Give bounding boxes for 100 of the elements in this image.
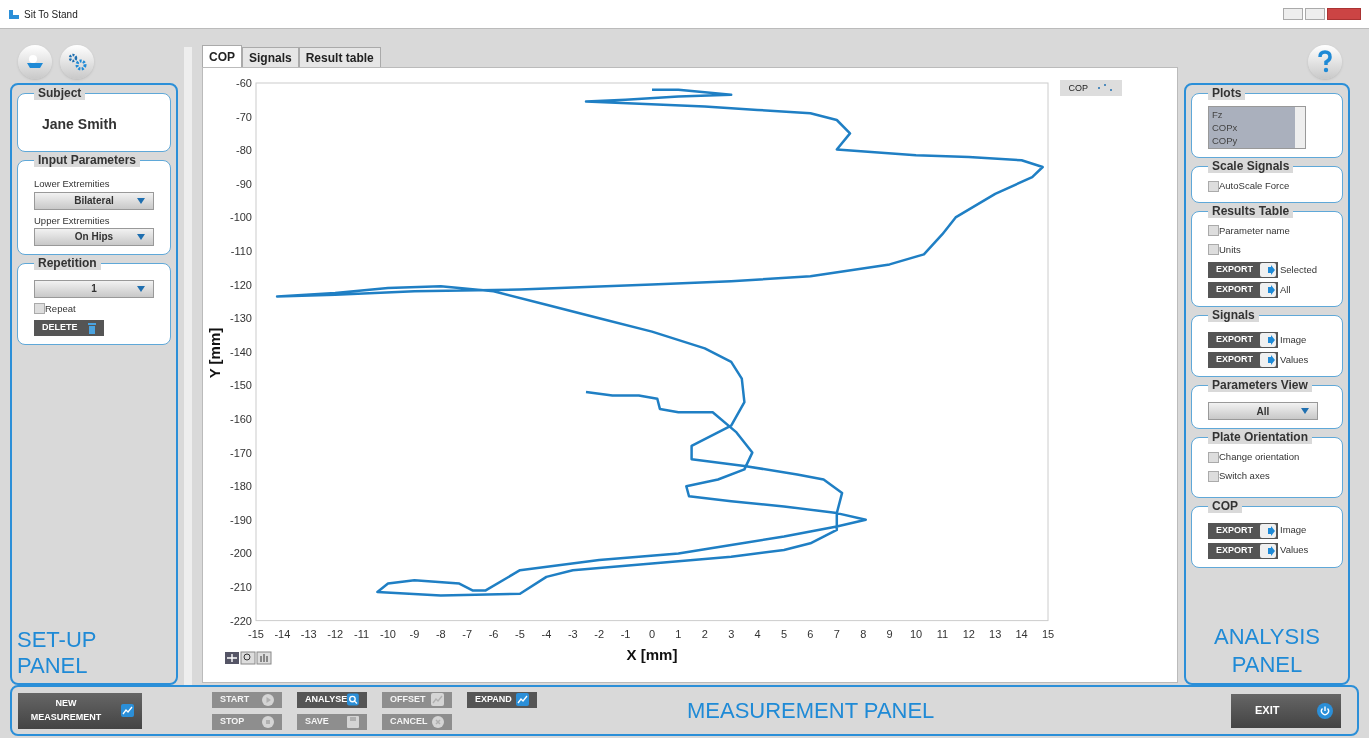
settings-icon[interactable] [60, 45, 94, 80]
dropdown[interactable]: 1 [34, 279, 154, 298]
group-title: Repetition [34, 255, 101, 270]
new-measurement-button[interactable]: NEW MEASUREMENT [18, 692, 142, 729]
x-tick-label: 7 [833, 628, 840, 641]
app-icon [8, 8, 20, 21]
export-label: Values [1280, 543, 1309, 558]
checkbox[interactable] [1208, 180, 1219, 192]
x-tick-label: -4 [541, 628, 552, 641]
export-label: Selected [1280, 262, 1317, 277]
chart-icon [516, 693, 529, 707]
checkbox[interactable] [34, 303, 45, 315]
maximize-button[interactable] [1305, 8, 1325, 21]
caret-icon [1301, 408, 1309, 414]
x-tick-label: -15 [248, 628, 264, 641]
checkbox[interactable] [1208, 225, 1219, 237]
close-button[interactable] [1327, 8, 1361, 21]
y-tick-label: -170 [229, 446, 252, 459]
export-icon [1260, 543, 1276, 558]
x-tick-label: -14 [274, 628, 291, 641]
panel-label: ANALYSIS PANEL [1213, 623, 1321, 680]
panel-label: SET-UP PANEL [17, 627, 98, 680]
y-tick-label: -140 [229, 346, 252, 359]
group-title: Input Parameters [34, 153, 141, 168]
export-button[interactable]: EXPORT [1208, 352, 1278, 368]
x-tick-label: 9 [886, 628, 893, 641]
export-label: All [1280, 282, 1291, 297]
y-tick-label: -70 [236, 110, 252, 123]
action-button[interactable]: EXPAND [467, 691, 537, 708]
x-tick-label: -10 [380, 628, 396, 641]
plot-tools-icon[interactable] [225, 651, 272, 665]
window-title: Sit To Stand [24, 7, 78, 22]
y-tick-label: -120 [229, 278, 252, 291]
minimize-button[interactable] [1283, 8, 1303, 21]
export-button[interactable]: EXPORT [1208, 522, 1278, 539]
group-title: Parameters View [1208, 378, 1312, 392]
y-tick-label: -100 [229, 211, 252, 224]
x-tick-label: 1 [675, 628, 682, 641]
x-tick-label: 15 [1041, 628, 1055, 641]
field-label: Upper Extremities [34, 213, 111, 228]
x-tick-label: -7 [462, 628, 473, 641]
export-icon [1260, 523, 1276, 538]
stop-icon [262, 715, 274, 728]
chart-icon [121, 704, 134, 718]
field-label: Lower Extremities [34, 177, 111, 192]
y-tick-label: -160 [229, 413, 252, 426]
tab[interactable]: Signals [242, 47, 299, 68]
export-button[interactable]: EXPORT [1208, 262, 1278, 278]
x-tick-label: 5 [780, 628, 788, 641]
dropdown[interactable]: Bilateral [34, 191, 154, 210]
y-axis-title: Y [mm] [206, 327, 223, 379]
x-tick-label: -11 [354, 628, 370, 641]
x-tick-label: -1 [620, 628, 631, 641]
checkbox-label: Units [1219, 242, 1241, 257]
y-tick-label: -90 [236, 178, 252, 191]
checkbox[interactable] [1208, 470, 1219, 482]
export-icon [1260, 263, 1276, 277]
group-title: Plots [1208, 86, 1246, 101]
export-button[interactable]: EXPORT [1208, 542, 1278, 559]
tab[interactable]: Result table [298, 47, 381, 68]
help-icon[interactable] [1308, 45, 1342, 80]
x-tick-label: 14 [1015, 628, 1028, 641]
magnifier-icon [347, 693, 359, 707]
x-tick-label: -3 [567, 628, 578, 641]
x-tick-label: 2 [701, 628, 708, 641]
subject-name: Jane Smith [41, 115, 118, 135]
x-tick-label: 6 [807, 628, 814, 641]
x-tick-label: 11 [936, 628, 949, 641]
scatter-icon [1096, 83, 1114, 94]
power-icon [1317, 702, 1333, 719]
group-title: Subject [34, 86, 86, 101]
scrollbar[interactable] [1295, 107, 1305, 149]
export-button[interactable]: EXPORT [1208, 332, 1278, 348]
x-tick-label: 10 [909, 628, 923, 641]
y-tick-label: -220 [229, 614, 252, 627]
exit-button[interactable]: EXIT [1231, 693, 1341, 728]
checkbox-label: Parameter name [1219, 223, 1290, 238]
dropdown[interactable]: All [1208, 402, 1318, 420]
group-title: Results Table [1208, 203, 1294, 218]
save-icon [347, 715, 359, 728]
x-tick-label: -8 [435, 628, 446, 641]
scrollbar[interactable] [184, 47, 192, 686]
action-button[interactable]: ANALYSE [297, 691, 367, 708]
x-axis-title: X [mm] [626, 646, 678, 664]
tab[interactable]: COP [202, 45, 242, 68]
group-title: Signals [1208, 308, 1259, 322]
y-tick-label: -210 [229, 581, 252, 594]
plots-list[interactable]: Fz COPx COPy [1208, 106, 1306, 150]
close-icon [432, 715, 444, 728]
export-button[interactable]: EXPORT [1208, 282, 1278, 298]
x-tick-label: -9 [409, 628, 420, 641]
export-icon [1260, 333, 1276, 347]
plot-legend: COP [1060, 80, 1122, 97]
y-tick-label: -110 [230, 245, 252, 258]
panel-label: MEASUREMENT PANEL [687, 697, 935, 726]
delete-button[interactable]: DELETE [34, 320, 104, 336]
dropdown[interactable]: On Hips [34, 227, 154, 246]
checkbox[interactable] [1208, 244, 1219, 256]
user-icon[interactable] [18, 45, 52, 80]
checkbox[interactable] [1208, 451, 1219, 463]
